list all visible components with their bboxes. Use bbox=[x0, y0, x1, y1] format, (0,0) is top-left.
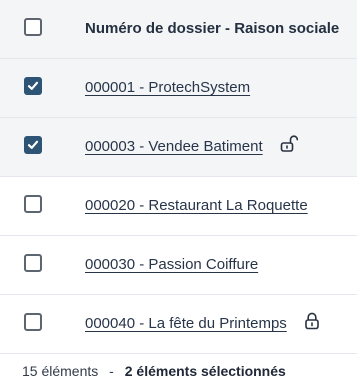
dossier-link[interactable]: 000030 - Passion Coiffure bbox=[85, 256, 258, 273]
unlocked-padlock-icon bbox=[280, 134, 298, 154]
selected-count: 2 éléments sélectionnés bbox=[124, 363, 286, 379]
dossier-link[interactable]: 000003 - Vendee Batiment bbox=[85, 138, 263, 155]
locked-padlock-icon bbox=[303, 311, 321, 331]
dossier-link[interactable]: 000020 - Restaurant La Roquette bbox=[85, 197, 308, 214]
footer-separator: - bbox=[109, 363, 114, 379]
dossier-table: Numéro de dossier - Raison sociale 00000… bbox=[0, 0, 357, 354]
table-row[interactable]: 000040 - La fête du Printemps bbox=[0, 295, 357, 354]
checkmark-icon bbox=[27, 140, 39, 149]
row-checkbox[interactable] bbox=[24, 254, 42, 272]
table-row[interactable]: 000030 - Passion Coiffure bbox=[0, 236, 357, 295]
table-header: Numéro de dossier - Raison sociale bbox=[0, 0, 357, 59]
dossier-link[interactable]: 000001 - ProtechSystem bbox=[85, 79, 250, 96]
column-header-dossier: Numéro de dossier - Raison sociale bbox=[85, 20, 340, 37]
select-all-checkbox[interactable] bbox=[24, 18, 42, 36]
row-checkbox[interactable] bbox=[24, 136, 42, 154]
row-checkbox[interactable] bbox=[24, 313, 42, 331]
row-checkbox[interactable] bbox=[24, 195, 42, 213]
table-row[interactable]: 000003 - Vendee Batiment bbox=[0, 118, 357, 177]
table-footer: 15 éléments - 2 éléments sélectionnés bbox=[22, 363, 286, 379]
item-count: 15 éléments bbox=[22, 363, 99, 379]
checkmark-icon bbox=[27, 81, 39, 90]
table-row[interactable]: 000001 - ProtechSystem bbox=[0, 59, 357, 118]
table-row[interactable]: 000020 - Restaurant La Roquette bbox=[0, 177, 357, 236]
dossier-link[interactable]: 000040 - La fête du Printemps bbox=[85, 315, 287, 332]
row-checkbox[interactable] bbox=[24, 77, 42, 95]
